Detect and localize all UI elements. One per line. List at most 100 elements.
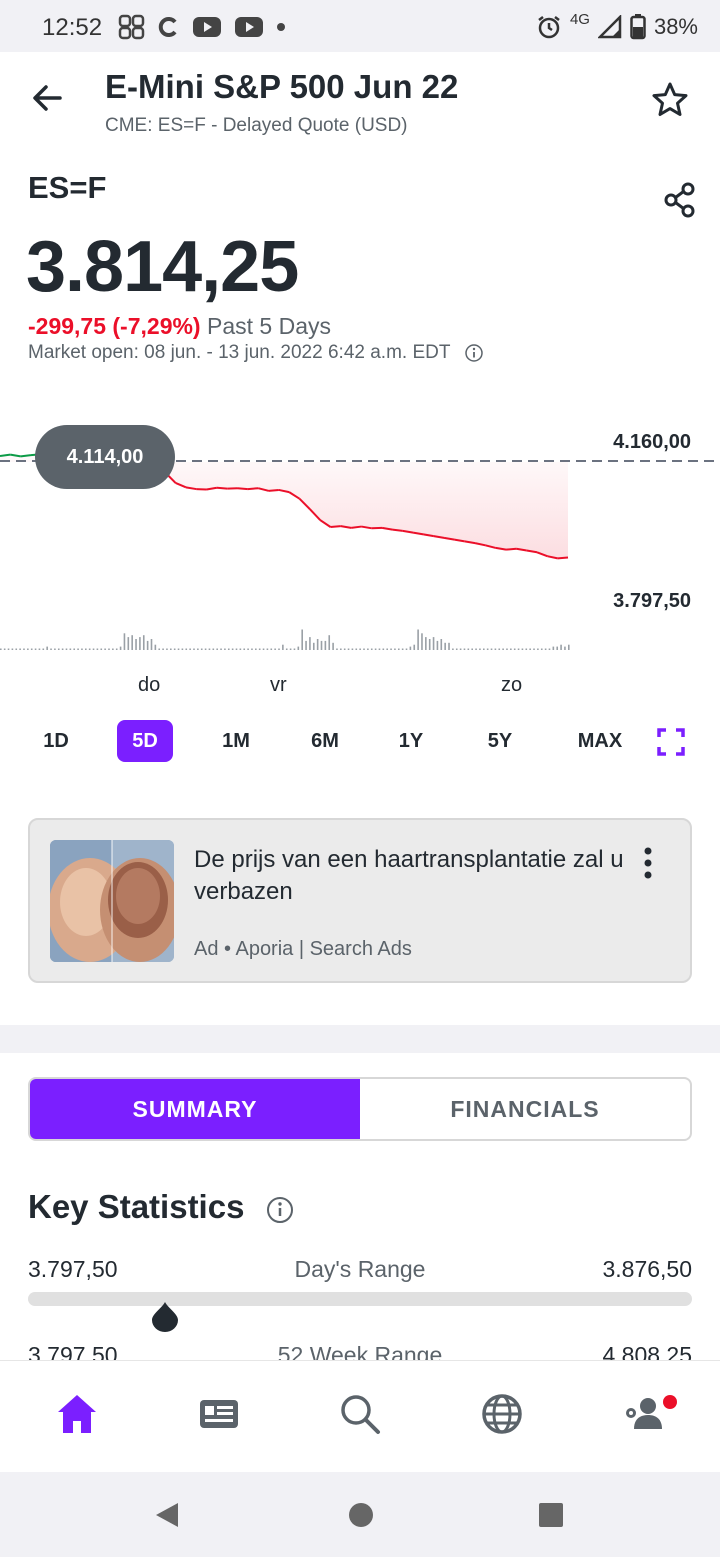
tab-financials[interactable]: FINANCIALS bbox=[360, 1079, 690, 1139]
news-icon[interactable] bbox=[196, 1391, 242, 1437]
volume-bar bbox=[506, 648, 508, 650]
volume-bar bbox=[266, 648, 269, 650]
dot-icon bbox=[277, 23, 285, 31]
volume-bar bbox=[243, 648, 246, 650]
volume-bar bbox=[285, 648, 288, 650]
volume-bar bbox=[533, 648, 535, 650]
volume-bar bbox=[537, 648, 539, 650]
volume-bar bbox=[115, 648, 118, 650]
volume-bar bbox=[494, 648, 497, 650]
volume-bar bbox=[367, 648, 369, 650]
ad-title[interactable]: De prijs van een haartransplantatie zal … bbox=[194, 844, 624, 908]
volume-bar bbox=[417, 629, 419, 650]
volume-bar bbox=[328, 635, 331, 650]
key-statistics-heading: Key Statistics bbox=[28, 1188, 245, 1225]
volume-bar bbox=[301, 629, 303, 650]
week52-range-row: 3.797,50 52 Week Range 4.808,25 bbox=[28, 1342, 692, 1360]
ad-sponsor: Ad • Aporia | Search Ads bbox=[194, 938, 412, 960]
x-axis-label: zo bbox=[501, 674, 523, 696]
volume-bar bbox=[34, 648, 37, 650]
volume-bar bbox=[150, 639, 153, 650]
volume-bar bbox=[197, 648, 199, 650]
volume-bar bbox=[463, 648, 466, 650]
volume-bar bbox=[370, 648, 373, 650]
ad-card[interactable]: De prijs van een haartransplantatie zal … bbox=[28, 818, 692, 983]
recents-square-icon[interactable] bbox=[536, 1500, 566, 1530]
volume-bar bbox=[440, 639, 443, 650]
range-1y-button[interactable]: 1Y bbox=[385, 720, 437, 762]
profile-icon[interactable] bbox=[622, 1391, 668, 1437]
tab-summary[interactable]: SUMMARY bbox=[30, 1079, 360, 1139]
back-triangle-icon[interactable] bbox=[152, 1500, 182, 1530]
price-line-segment bbox=[330, 525, 341, 528]
fullscreen-icon[interactable] bbox=[656, 727, 686, 757]
volume-bar bbox=[61, 648, 64, 650]
volume-bar bbox=[413, 644, 416, 650]
volume-bar bbox=[239, 648, 242, 650]
volume-bar bbox=[486, 648, 489, 650]
range-5d-button[interactable]: 5D bbox=[117, 720, 173, 762]
share-icon[interactable] bbox=[662, 182, 698, 218]
info-icon[interactable] bbox=[464, 343, 484, 363]
price-change-row: -299,75 (-7,29%) Past 5 Days bbox=[28, 313, 331, 340]
volume-bar bbox=[556, 646, 559, 650]
volume-bar bbox=[258, 648, 261, 650]
volume-bar bbox=[270, 648, 273, 650]
range-1d-button[interactable]: 1D bbox=[30, 720, 82, 762]
range-6m-button[interactable]: 6M bbox=[299, 720, 351, 762]
volume-bar bbox=[405, 648, 408, 650]
search-icon[interactable] bbox=[337, 1391, 383, 1437]
status-time: 12:52 bbox=[42, 14, 103, 41]
youtube-icon bbox=[193, 17, 221, 37]
volume-bar bbox=[15, 648, 18, 650]
volume-bar bbox=[568, 644, 570, 650]
ticker-symbol: ES=F bbox=[28, 170, 107, 205]
bottom-navigation bbox=[0, 1360, 720, 1472]
volume-bar bbox=[340, 648, 342, 650]
price-line-segment bbox=[392, 528, 403, 532]
volume-bar bbox=[517, 648, 520, 650]
info-icon[interactable] bbox=[266, 1196, 294, 1224]
range-1m-button[interactable]: 1M bbox=[210, 720, 262, 762]
volume-bar bbox=[108, 648, 110, 650]
volume-bar bbox=[309, 637, 311, 650]
volume-bar bbox=[305, 640, 307, 650]
price-line-segment bbox=[505, 547, 517, 551]
y-axis-high-label: 4.160,00 bbox=[613, 431, 691, 453]
volume-bar bbox=[467, 648, 470, 650]
section-divider bbox=[0, 1025, 720, 1053]
week52-range-high: 4.808,25 bbox=[602, 1342, 692, 1360]
volume-bar bbox=[23, 648, 25, 650]
volume-bar bbox=[19, 648, 21, 650]
more-options-icon[interactable] bbox=[638, 846, 658, 880]
volume-bar bbox=[425, 637, 427, 650]
volume-bar bbox=[135, 639, 137, 650]
volume-bar bbox=[479, 648, 481, 650]
home-circle-icon[interactable] bbox=[346, 1500, 376, 1530]
volume-bar bbox=[540, 648, 543, 650]
volume-bar bbox=[46, 646, 48, 650]
volume-bar bbox=[312, 642, 315, 650]
volume-bar bbox=[212, 648, 215, 650]
range-5y-button[interactable]: 5Y bbox=[474, 720, 526, 762]
home-icon[interactable] bbox=[54, 1391, 100, 1437]
back-arrow-icon[interactable] bbox=[28, 78, 68, 118]
volume-bar bbox=[224, 648, 226, 650]
star-icon[interactable] bbox=[650, 80, 690, 120]
globe-icon[interactable] bbox=[479, 1391, 525, 1437]
volume-bar bbox=[444, 642, 446, 650]
volume-bar bbox=[510, 648, 512, 650]
status-bar: 12:52 4G 38% bbox=[0, 0, 720, 52]
volume-bar bbox=[227, 648, 230, 650]
volume-bar bbox=[42, 648, 45, 650]
volume-bar bbox=[564, 646, 566, 650]
volume-bar bbox=[436, 640, 439, 650]
range-max-button[interactable]: MAX bbox=[568, 720, 632, 762]
volume-bar bbox=[73, 648, 76, 650]
volume-bar bbox=[409, 646, 412, 650]
volume-bar bbox=[65, 648, 68, 650]
volume-bar bbox=[69, 648, 72, 650]
volume-bar bbox=[123, 633, 126, 650]
ad-image[interactable] bbox=[50, 840, 174, 962]
volume-bar bbox=[502, 648, 504, 650]
